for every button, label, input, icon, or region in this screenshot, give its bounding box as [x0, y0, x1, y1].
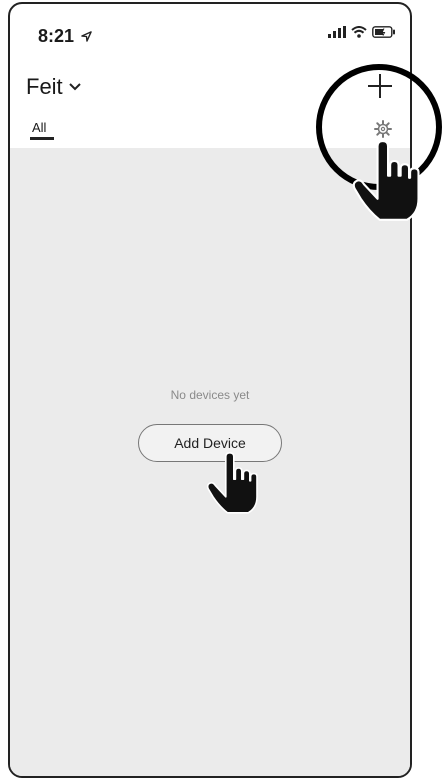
wifi-icon: [351, 26, 367, 38]
pointing-hand-icon: [352, 140, 420, 221]
empty-state-message: No devices yet: [170, 388, 250, 402]
location-arrow-icon: [81, 31, 92, 42]
status-indicators: [328, 26, 396, 38]
tab-active-indicator: [30, 137, 54, 140]
signal-icon: [328, 26, 346, 38]
pointing-hand-icon: [206, 452, 258, 514]
chevron-down-icon: [68, 83, 81, 91]
tab-all-label: All: [32, 120, 47, 135]
status-bar: 8:21: [10, 4, 410, 60]
home-selector[interactable]: Feit: [26, 74, 81, 100]
battery-icon: [372, 26, 395, 38]
status-time: 8:21: [38, 26, 75, 46]
home-name: Feit: [26, 74, 63, 99]
tab-all[interactable]: All: [32, 120, 46, 135]
status-time-group: 8:21: [38, 26, 92, 47]
